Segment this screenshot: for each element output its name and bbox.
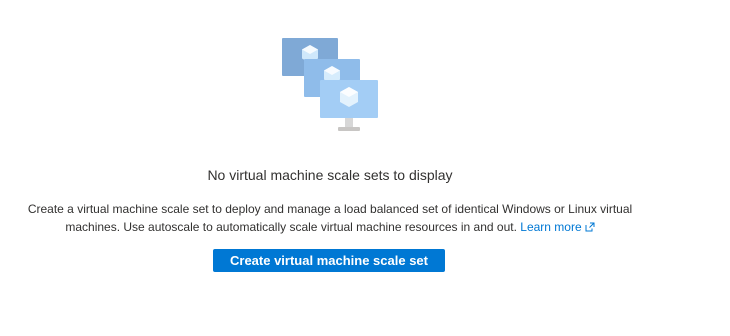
empty-state: No virtual machine scale sets to display…: [0, 0, 730, 336]
monitor-front-icon: [320, 80, 378, 131]
empty-state-description: Create a virtual machine scale set to de…: [10, 200, 650, 236]
learn-more-link[interactable]: Learn more: [520, 220, 595, 234]
external-link-icon: [585, 222, 595, 232]
virtual-machine-scale-set-icon: [282, 38, 378, 131]
empty-state-title: No virtual machine scale sets to display: [207, 167, 453, 183]
learn-more-label: Learn more: [520, 220, 582, 234]
create-vmss-button[interactable]: Create virtual machine scale set: [213, 249, 445, 272]
